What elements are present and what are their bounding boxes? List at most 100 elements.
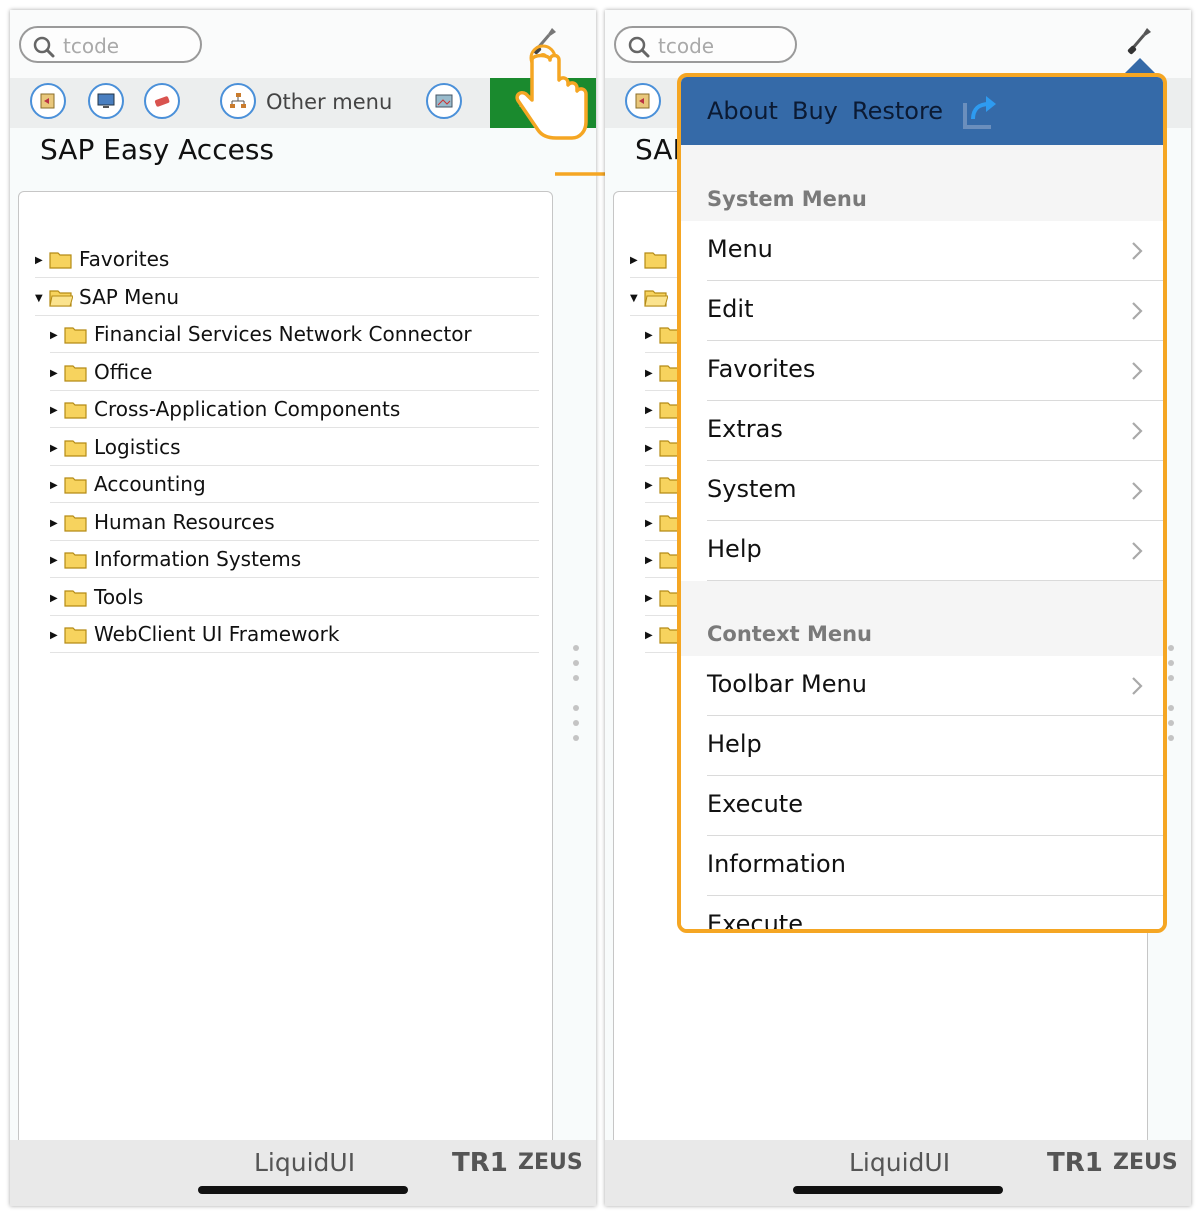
collapsed-arrow-icon[interactable]: ▶ [645,330,653,341]
popover-menu-item[interactable]: Menu [707,221,1163,281]
drag-handle-icon[interactable] [573,645,579,690]
popover-menu-item[interactable]: Edit [707,281,1163,341]
share-icon[interactable] [961,93,1001,131]
collapsed-arrow-icon[interactable]: ▶ [645,593,653,604]
tree-item[interactable]: ▶ Accounting [50,466,539,503]
popover-menu-item[interactable]: Help [707,716,1163,776]
collapsed-arrow-icon[interactable]: ▶ [630,255,638,266]
search-placeholder: tcode [63,34,120,58]
tree-item-label: Logistics [94,434,181,459]
tree-item-label: SAP Menu [79,284,180,309]
server-name: ZEUS [518,1150,583,1175]
expanded-arrow-icon[interactable]: ▼ [35,293,43,304]
collapsed-arrow-icon[interactable]: ▶ [50,518,58,529]
popover-menu-item[interactable]: Favorites [707,341,1163,401]
tcode-search-field[interactable]: tcode [19,26,202,63]
left-screen: tcode Other menu E SAP Easy Access ▶ Favo… [10,10,596,1206]
folder-icon [64,364,87,382]
tree-item[interactable]: ▶ Logistics [50,429,539,466]
menu-item-label: Execute [707,790,803,818]
collapsed-arrow-icon[interactable]: ▶ [50,330,58,341]
tree-item[interactable]: ▶ Human Resources [50,504,539,541]
eraser-icon [154,96,170,107]
other-menu-label[interactable]: Other menu [266,90,392,114]
search-icon [628,36,650,58]
about-link[interactable]: About [707,97,778,125]
page-title-partial: SAI [635,133,681,166]
collapsed-arrow-icon[interactable]: ▶ [50,593,58,604]
toolbar-button-3[interactable] [144,83,180,119]
menu-item-label: Edit [707,295,754,323]
popover-menu-item[interactable]: Execute [707,896,1163,933]
chevron-right-icon [1132,422,1143,440]
tree-item-label: Favorites [79,247,170,271]
popover-menu-item[interactable]: Help [707,521,1163,581]
menu-item-label: Extras [707,415,783,443]
document-icon [40,93,55,109]
collapsed-arrow-icon[interactable]: ▶ [50,405,58,416]
chevron-right-icon [1132,677,1143,695]
wrench-icon[interactable] [1127,26,1153,56]
collapsed-arrow-icon[interactable]: ▶ [645,555,653,566]
tree-item[interactable]: ▶ Financial Services Network Connector [50,316,539,353]
collapsed-arrow-icon[interactable]: ▶ [645,630,653,641]
tree-item[interactable]: ▶ Office [50,354,539,391]
tree-item[interactable]: ▶ Tools [50,579,539,616]
hierarchy-icon [230,93,246,108]
folder-icon [64,402,87,419]
tree-item[interactable]: ▶ Cross-Application Components [50,391,539,428]
tree-item[interactable]: ▶ WebClient UI Framework [50,616,539,653]
folder-icon [64,477,87,494]
collapsed-arrow-icon[interactable]: ▶ [50,555,58,566]
toolbar-button-2[interactable] [88,83,124,119]
menu-item-label: Toolbar Menu [707,670,867,698]
popover-menu-item[interactable]: System [707,461,1163,521]
collapsed-arrow-icon[interactable]: ▶ [50,480,58,491]
popover-menu-item[interactable]: Toolbar Menu [707,656,1163,716]
tree-item-label: Tools [94,584,144,609]
collapsed-arrow-icon[interactable]: ▶ [50,443,58,454]
toolbar-button-1[interactable] [30,83,66,119]
collapsed-arrow-icon[interactable]: ▶ [645,480,653,491]
popover-caret [1124,58,1156,74]
popover-menu-item[interactable]: Execute [707,776,1163,836]
expanded-arrow-icon[interactable]: ▼ [630,293,638,304]
page-title: SAP Easy Access [40,133,274,166]
buy-link[interactable]: Buy [792,97,838,125]
restore-link[interactable]: Restore [852,97,943,125]
collapsed-arrow-icon[interactable]: ▶ [50,630,58,641]
collapsed-arrow-icon[interactable]: ▶ [645,405,653,416]
drag-handle-icon[interactable] [1168,645,1174,690]
drag-handle-icon[interactable] [573,705,579,750]
tree-item-label: Human Resources [94,509,275,534]
tcode-search-field[interactable]: tcode [614,26,797,63]
liquidui-menu-popover: About Buy Restore System Menu Menu Edit Fa… [677,73,1167,933]
chevron-right-icon [1132,242,1143,260]
tree-item-label: Cross-Application Components [94,397,401,421]
toolbar-button-1[interactable] [625,83,661,119]
menu-tree: ▶ Favorites ▼ SAP Menu ▶ Financial Services N… [18,191,553,1151]
collapsed-arrow-icon[interactable]: ▶ [645,518,653,529]
collapsed-arrow-icon[interactable]: ▶ [35,255,43,266]
other-menu-button[interactable] [220,83,256,119]
menu-item-label: Help [707,730,762,758]
collapsed-arrow-icon[interactable]: ▶ [645,443,653,454]
menu-item-label: Execute [707,910,803,933]
menu-item-label: Menu [707,235,773,263]
tree-item[interactable]: ▶ Favorites [35,241,539,278]
drag-handle-icon[interactable] [1168,705,1174,750]
home-indicator[interactable] [793,1186,1003,1194]
monitor-icon [97,93,115,108]
system-id: TR1 [452,1148,508,1178]
home-indicator[interactable] [198,1186,408,1194]
popover-menu-item[interactable]: Extras [707,401,1163,461]
toolbar-button-5[interactable] [426,83,462,119]
menu-item-label: Help [707,535,762,563]
chevron-right-icon [1132,482,1143,500]
collapsed-arrow-icon[interactable]: ▶ [645,368,653,379]
collapsed-arrow-icon[interactable]: ▶ [50,368,58,379]
tree-item[interactable]: ▼ SAP Menu [35,279,539,316]
tree-item[interactable]: ▶ Information Systems [50,541,539,578]
popover-menu-item[interactable]: Information [707,836,1163,896]
folder-icon [49,252,72,269]
